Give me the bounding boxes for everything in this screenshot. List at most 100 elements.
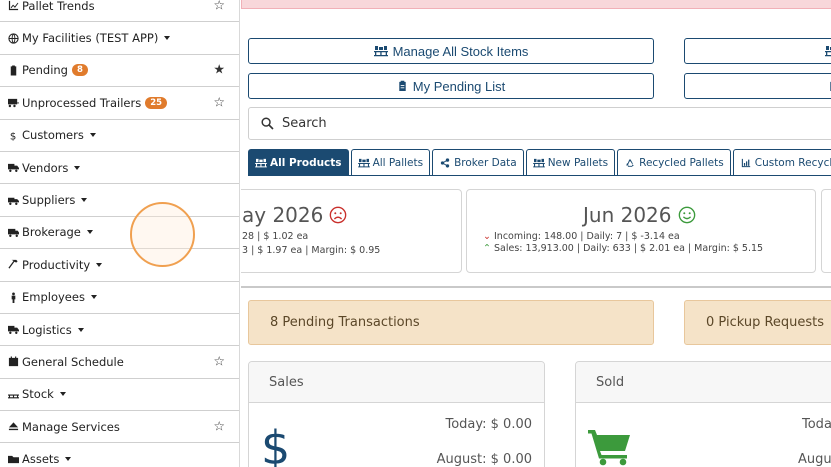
my-pending-list-button[interactable]: My Pending List (248, 73, 654, 99)
sales-month: August: $ 0.00 (436, 452, 532, 467)
dollar-icon: $ (7, 129, 19, 141)
calendar-icon (7, 356, 19, 368)
sidebar-item-my-facilities[interactable]: My Facilities (TEST APP) (0, 22, 239, 55)
secondary-list-button[interactable] (684, 73, 831, 99)
sidebar-item-logistics[interactable]: Logistics (0, 314, 239, 347)
globe-icon (7, 32, 19, 44)
alert-banner (241, 0, 831, 9)
tab-label: Custom Recycled Pallets (754, 156, 831, 169)
tab-label: Recycled Pallets (639, 156, 724, 169)
eject-icon (7, 421, 19, 433)
favorite-star-icon[interactable]: ☆ (213, 95, 225, 110)
recycle-icon (626, 158, 634, 167)
caret-down-icon (74, 165, 81, 170)
sidebar-item-label: Suppliers (22, 193, 76, 208)
sidebar-item-label: Manage Services (22, 419, 120, 434)
sidebar-item-label: Brokerage (22, 225, 81, 240)
pickup-requests-box[interactable]: 0 Pickup Requests (684, 300, 831, 345)
sidebar-item-pallet-trends[interactable]: Pallet Trends ☆ (0, 0, 239, 23)
tab-label: All Pallets (372, 156, 424, 169)
caret-down-icon (77, 327, 84, 332)
sad-face-icon (330, 206, 347, 224)
tab-label: New Pallets (547, 156, 609, 169)
incoming-line: 28 | $ 1.02 ea (242, 231, 309, 242)
sidebar-item-employees[interactable]: Employees (0, 282, 239, 314)
sidebar-item-label: Assets (22, 452, 60, 467)
sidebar-nav: Pallet Trends ☆ My Facilities (TEST APP)… (0, 0, 240, 467)
clipboard-icon (399, 80, 406, 92)
search-input[interactable]: Search (248, 107, 831, 140)
svg-text:$: $ (261, 421, 290, 467)
caret-down-icon (96, 262, 103, 267)
dollar-icon: $ (261, 421, 290, 467)
caret-down-icon (65, 457, 72, 462)
tab-broker-data[interactable]: Broker Data (432, 149, 524, 176)
month-title: Jun 2026 (583, 203, 696, 227)
my-pending-list-label: My Pending List (412, 78, 506, 94)
sidebar-item-suppliers[interactable]: Suppliers (0, 184, 239, 217)
tabs-underline (248, 175, 831, 176)
tab-label: All Products (270, 156, 342, 169)
truck-moving-icon (7, 226, 19, 238)
sidebar-item-label: Vendors (22, 160, 69, 175)
caret-down-icon (89, 133, 96, 138)
sidebar-item-stock[interactable]: Stock (0, 379, 239, 412)
shopping-cart-icon (588, 430, 630, 466)
favorite-star-icon[interactable]: ☆ (213, 0, 225, 13)
manage-all-stock-label: Manage All Stock Items (392, 43, 529, 59)
sidebar-item-label: Employees (22, 290, 85, 305)
sold-month: Augus (798, 452, 831, 467)
pending-count-badge: 8 (71, 64, 88, 77)
happy-face-icon (678, 206, 695, 224)
sidebar-item-brokerage[interactable]: Brokerage (0, 217, 239, 250)
caret-down-icon (81, 198, 88, 203)
truck-icon (7, 324, 19, 336)
favorite-star-icon[interactable]: ☆ (213, 354, 225, 369)
favorite-star-icon[interactable]: ★ (213, 63, 225, 78)
tab-recycled-pallets[interactable]: Recycled Pallets (617, 149, 731, 176)
person-icon (7, 291, 19, 303)
sidebar-item-vendors[interactable]: Vendors (0, 152, 239, 185)
pallet-boxes-icon (357, 158, 370, 167)
share-icon (440, 157, 450, 168)
product-tabs: All Products All Pallets Broker Data New… (248, 149, 831, 176)
incoming-line: ⌄ Incoming: 148.00 | Daily: 7 | $ -3.14 … (483, 231, 680, 242)
pallet-boxes-icon (255, 158, 267, 167)
month-title: ay 2026 (242, 203, 347, 227)
pallet-icon (7, 388, 19, 400)
sidebar-item-pending[interactable]: Pending 8 ★ (0, 55, 239, 88)
truck-icon (7, 162, 19, 174)
sidebar-item-customers[interactable]: $ Customers (0, 120, 239, 152)
manage-all-stock-button[interactable]: Manage All Stock Items (248, 38, 654, 64)
sales-panel: Sales $ Today: $ 0.00 August: $ 0.00 (248, 361, 545, 467)
tab-all-pallets[interactable]: All Pallets (350, 149, 431, 176)
sidebar-item-label: Pending (22, 63, 68, 78)
sold-panel: Sold Toda Augus (575, 361, 831, 467)
clipboard-icon (7, 64, 19, 76)
secondary-stock-button[interactable] (684, 38, 831, 64)
sidebar-item-unprocessed-trailers[interactable]: Unprocessed Trailers 25 ☆ (0, 87, 239, 120)
sidebar-item-productivity[interactable]: Productivity (0, 249, 239, 282)
panel-title: Sold (576, 362, 831, 403)
sidebar-item-label: General Schedule (22, 354, 124, 369)
sidebar-item-label: Pallet Trends (22, 0, 95, 13)
sidebar-item-label: Unprocessed Trailers (22, 95, 142, 110)
month-card-next (821, 189, 831, 273)
tab-all-products[interactable]: All Products (248, 149, 349, 176)
caret-down-icon (90, 295, 97, 300)
tab-custom-recycled-pallets[interactable]: Custom Recycled Pallets (732, 149, 831, 176)
search-label: Search (282, 116, 327, 131)
pending-transactions-box[interactable]: 8 Pending Transactions (248, 300, 654, 345)
trailers-count-badge: 25 (145, 96, 168, 109)
sidebar-item-manage-services[interactable]: Manage Services ☆ (0, 411, 239, 444)
favorite-star-icon[interactable]: ☆ (213, 419, 225, 434)
sidebar-item-general-schedule[interactable]: General Schedule ☆ (0, 346, 239, 379)
sidebar-item-label: Productivity (22, 257, 91, 272)
caret-down-icon (59, 392, 66, 397)
search-icon (261, 117, 274, 130)
pallet-boxes-icon (825, 46, 831, 57)
chevron-down-icon: ⌄ (483, 231, 491, 242)
pallet-boxes-icon (373, 46, 388, 57)
sidebar-item-assets[interactable]: Assets (0, 443, 239, 467)
tab-new-pallets[interactable]: New Pallets (525, 149, 616, 176)
